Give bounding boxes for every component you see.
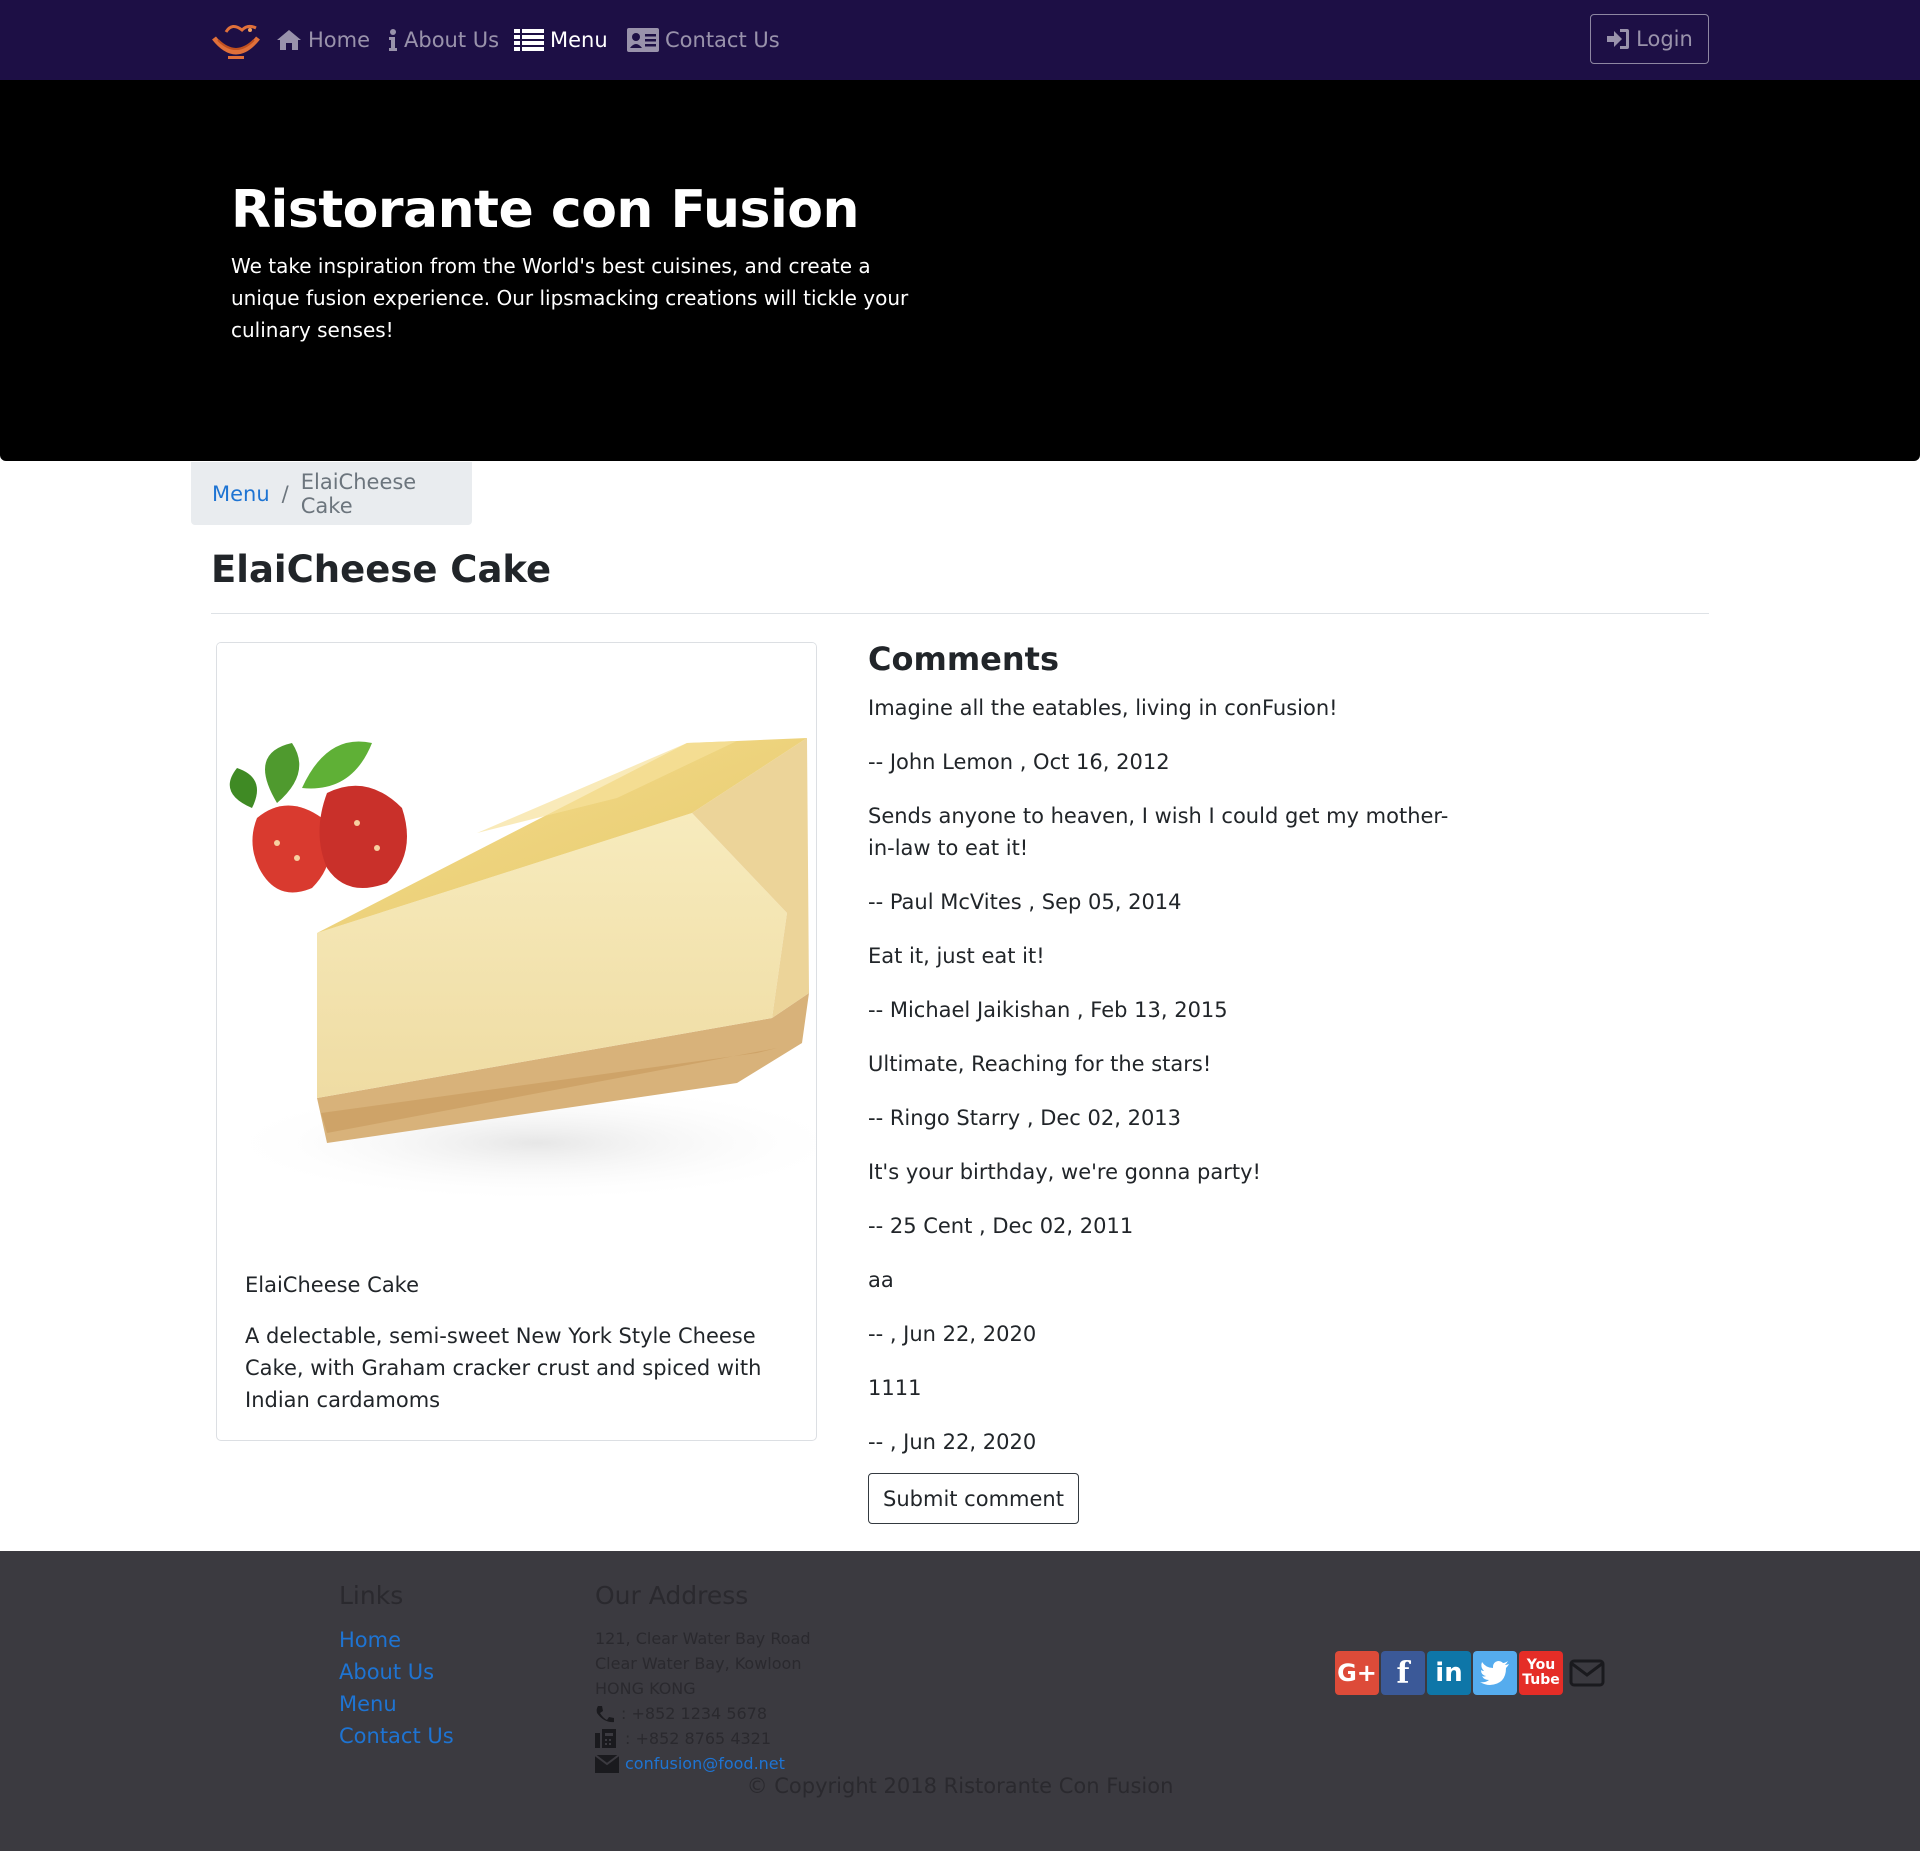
phone-row: : +852 1234 5678 [595, 1701, 811, 1726]
cheesecake-image [217, 643, 816, 1243]
comment-text: Ultimate, Reaching for the stars! [868, 1052, 1212, 1076]
nav-contact[interactable]: Contact Us [627, 22, 780, 58]
envelope-icon [595, 1754, 619, 1773]
breadcrumb-separator: / [281, 481, 289, 506]
comment-item: Sends anyone to heaven, I wish I could g… [868, 800, 1468, 918]
page-title: ElaiCheese Cake [211, 548, 552, 591]
nav-home[interactable]: Home [276, 22, 370, 58]
restaurant-logo[interactable] [208, 18, 264, 62]
fax-number: : +852 8765 4321 [625, 1729, 772, 1748]
jumbotron-title: Ristorante con Fusion [231, 180, 860, 240]
address-card-icon [627, 28, 659, 52]
dish-card: ElaiCheese Cake A delectable, semi-sweet… [216, 642, 817, 1441]
breadcrumb-current: ElaiCheese Cake [300, 469, 417, 518]
dish-description: A delectable, semi-sweet New York Style … [245, 1324, 762, 1412]
address-line: HONG KONG [595, 1679, 696, 1698]
dish-name: ElaiCheese Cake [245, 1273, 420, 1297]
fax-row: : +852 8765 4321 [595, 1726, 811, 1751]
comment-item: It's your birthday, we're gonna party! -… [868, 1156, 1468, 1242]
footer-link-menu[interactable]: Menu [339, 1688, 454, 1720]
comment-item: Eat it, just eat it! -- Michael Jaikisha… [868, 940, 1468, 1026]
footer-link-about[interactable]: About Us [339, 1656, 454, 1688]
copyright: © Copyright 2018 Ristorante Con Fusion [746, 1774, 1174, 1798]
login-button[interactable]: Login [1590, 14, 1709, 64]
nav-home-label: Home [308, 28, 371, 52]
footer-address: 121, Clear Water Bay Road Clear Water Ba… [595, 1626, 811, 1776]
footer-link-home[interactable]: Home [339, 1624, 454, 1656]
twitter-icon[interactable] [1473, 1651, 1517, 1695]
comment-author-date: -- Paul McVites , Sep 05, 2014 [868, 890, 1182, 914]
nav-menu[interactable]: Menu [514, 22, 608, 58]
footer-link-contact[interactable]: Contact Us [339, 1720, 454, 1752]
fax-icon [595, 1728, 616, 1748]
comment-text: It's your birthday, we're gonna party! [868, 1160, 1261, 1184]
comment-text: Sends anyone to heaven, I wish I could g… [868, 804, 1449, 860]
comment-author-date: -- , Jun 22, 2020 [868, 1430, 1037, 1454]
login-label: Login [1636, 27, 1693, 51]
facebook-icon[interactable]: f [1381, 1651, 1425, 1695]
jumbotron-text: We take inspiration from the World's bes… [231, 254, 909, 342]
footer-address-title: Our Address [595, 1581, 749, 1610]
youtube-icon[interactable]: You Tube [1519, 1651, 1563, 1695]
phone-icon [596, 1705, 614, 1722]
title-divider [211, 613, 1709, 614]
comments-title: Comments [868, 640, 1059, 678]
comment-author-date: -- , Jun 22, 2020 [868, 1322, 1037, 1346]
info-icon [389, 29, 397, 51]
breadcrumb-menu-link[interactable]: Menu [212, 482, 270, 506]
jumbotron: Ristorante con Fusion We take inspiratio… [0, 80, 1920, 461]
footer-links: Home About Us Menu Contact Us [339, 1624, 454, 1752]
navbar: Home About Us Menu Contact Us Login [0, 0, 1920, 80]
comment-item: Ultimate, Reaching for the stars! -- Rin… [868, 1048, 1468, 1134]
home-icon [277, 30, 301, 50]
email-row: confusion@food.net [595, 1751, 811, 1776]
breadcrumb: Menu / ElaiCheese Cake [191, 462, 472, 525]
google-plus-icon[interactable]: G+ [1335, 1651, 1379, 1695]
nav-about[interactable]: About Us [388, 22, 499, 58]
email-link[interactable]: confusion@food.net [625, 1751, 785, 1776]
comment-author-date: -- Ringo Starry , Dec 02, 2013 [868, 1106, 1182, 1130]
nav-about-label: About Us [404, 28, 500, 52]
comment-text: Imagine all the eatables, living in conF… [868, 696, 1338, 720]
address-line: 121, Clear Water Bay Road [595, 1629, 811, 1648]
comment-author-date: -- Michael Jaikishan , Feb 13, 2015 [868, 998, 1228, 1022]
list-icon [514, 29, 544, 51]
comment-item: aa -- , Jun 22, 2020 [868, 1264, 1468, 1350]
comment-text: Eat it, just eat it! [868, 944, 1045, 968]
comment-item: Imagine all the eatables, living in conF… [868, 692, 1468, 778]
sign-in-icon [1607, 29, 1630, 49]
comment-author-date: -- 25 Cent , Dec 02, 2011 [868, 1214, 1134, 1238]
comment-author-date: -- John Lemon , Oct 16, 2012 [868, 750, 1170, 774]
comment-text: 1111 [868, 1376, 922, 1400]
address-line: Clear Water Bay, Kowloon [595, 1654, 802, 1673]
social-links: G+ f in You Tube [1335, 1651, 1611, 1695]
footer-links-title: Links [339, 1581, 404, 1610]
nav-menu-label: Menu [550, 28, 608, 52]
comment-item: 1111 -- , Jun 22, 2020 [868, 1372, 1468, 1458]
phone-number: : +852 1234 5678 [621, 1704, 768, 1723]
linkedin-icon[interactable]: in [1427, 1651, 1471, 1695]
footer: Links Home About Us Menu Contact Us Our … [0, 1551, 1920, 1851]
comment-text: aa [868, 1268, 894, 1292]
mail-icon[interactable] [1565, 1651, 1609, 1695]
nav-contact-label: Contact Us [665, 28, 780, 52]
comments-list: Imagine all the eatables, living in conF… [868, 692, 1468, 1480]
submit-comment-button[interactable]: Submit comment [868, 1473, 1079, 1524]
